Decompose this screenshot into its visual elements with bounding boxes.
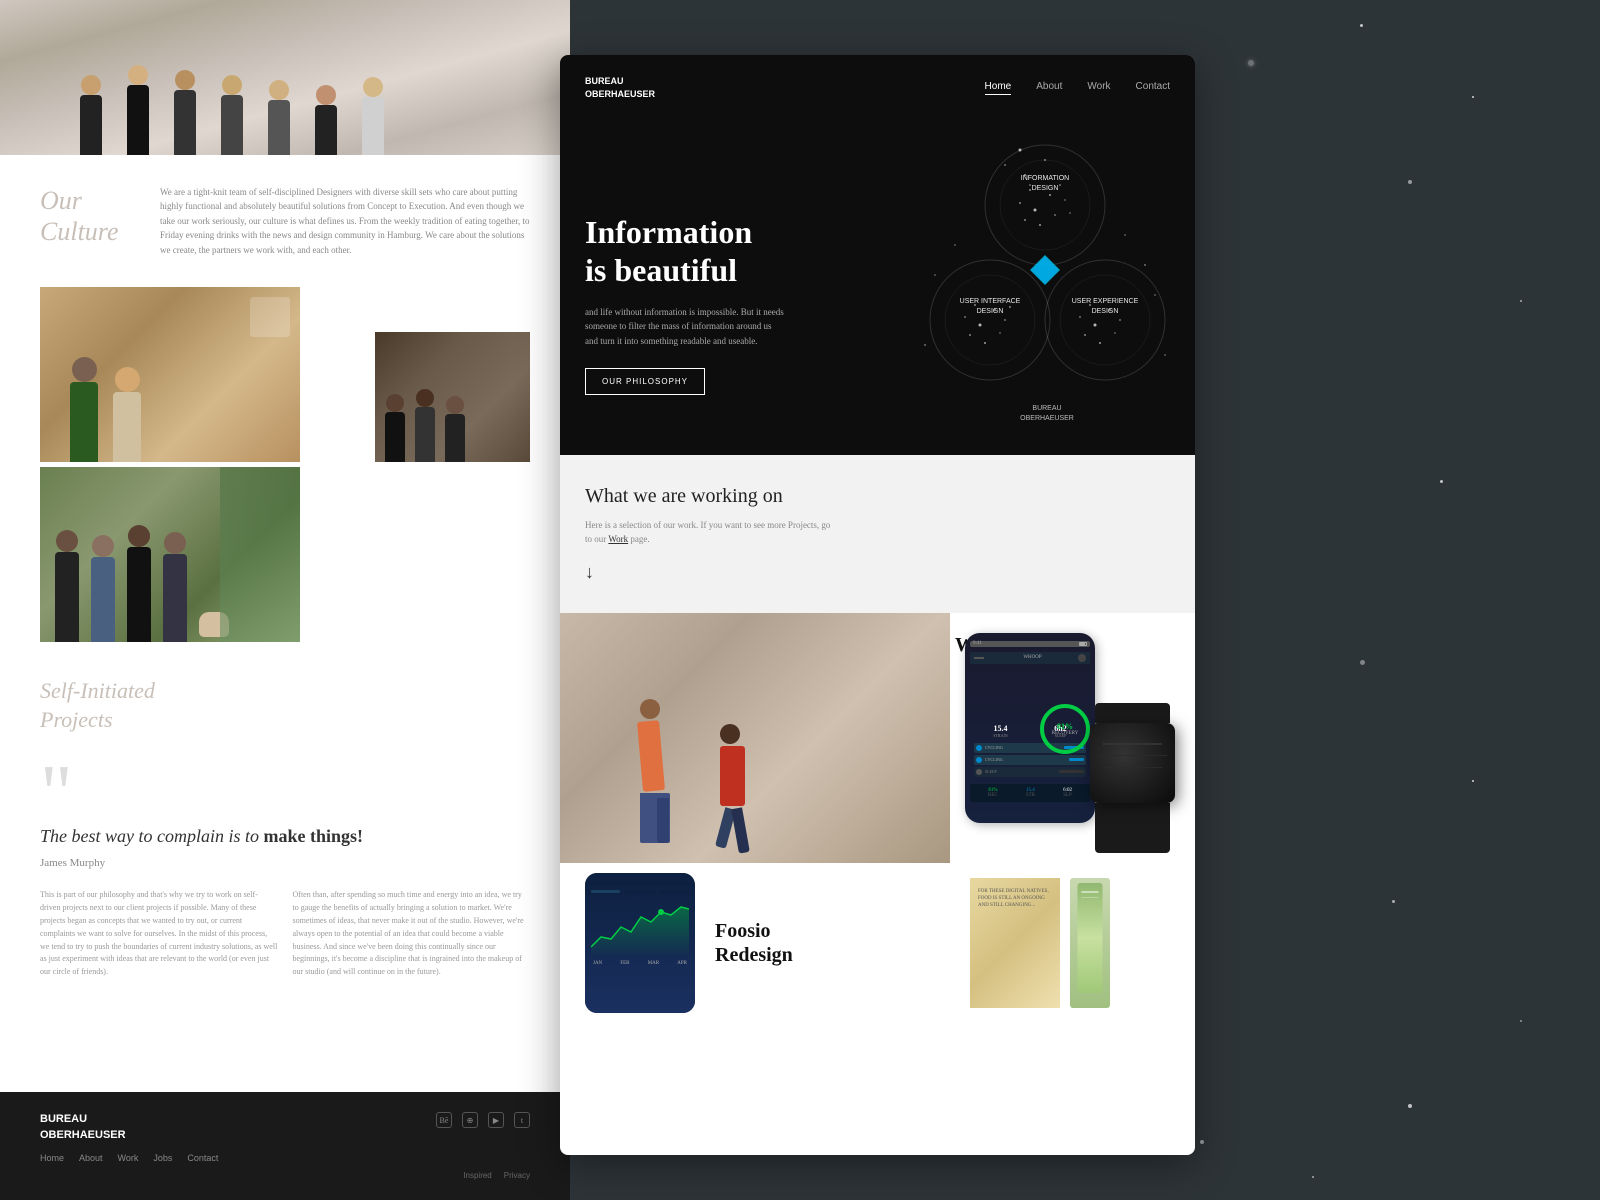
culture-text: We are a tight-knit team of self-discipl… — [160, 185, 530, 257]
left-panel: Our Culture We are a tight-knit team of … — [0, 0, 570, 1200]
working-on-title: What we are working on — [585, 485, 1170, 508]
youtube-icon[interactable]: ▶ — [488, 1112, 504, 1128]
footer-bottom-nav: Inspired Privacy — [463, 1171, 530, 1180]
foosio-right-items: FOR THESE DIGITAL NATIVES, FOOD IS STILL… — [970, 878, 1170, 1008]
footer-nav-work[interactable]: Work — [118, 1153, 139, 1163]
culture-title: Our Culture — [40, 185, 140, 257]
hero-content: Information is beautiful and life withou… — [585, 213, 785, 395]
culture-photos-row2 — [0, 467, 570, 642]
constellation-graphic: INFORMATION DESIGN USER INTERFACE — [875, 95, 1175, 435]
footer-nav-jobs[interactable]: Jobs — [153, 1153, 172, 1163]
foosio-bottle — [1070, 878, 1110, 1008]
whoop-watch-mockup — [1095, 703, 1175, 853]
nav-link-home[interactable]: Home — [985, 81, 1012, 95]
footer-inspired-link[interactable]: Inspired — [463, 1171, 491, 1180]
foosio-section: JAN FEB MAR APR Foosio Redesign FOR THES… — [560, 863, 1195, 1023]
right-hero: BUREAU OBERHAEUSER Home About Work Conta… — [560, 55, 1195, 455]
footer-nav-about[interactable]: About — [79, 1153, 103, 1163]
whoop-phone-mockup: 9:41 WHOOP 81% RECOVERY — [965, 633, 1095, 823]
body-text-section: This is part of our philosophy and that'… — [0, 869, 570, 999]
quote-mark: " — [40, 774, 530, 814]
svg-text:BUREAU: BUREAU — [1032, 405, 1061, 412]
svg-text:DESIGN: DESIGN — [977, 308, 1004, 315]
working-on-section: What we are working on Here is a selecti… — [560, 455, 1195, 613]
whoop-background-photo — [560, 613, 950, 863]
twitter-icon[interactable]: t — [514, 1112, 530, 1128]
svg-text:DESIGN: DESIGN — [1032, 185, 1059, 192]
foosio-info: Foosio Redesign — [715, 919, 950, 967]
nav-link-contact[interactable]: Contact — [1136, 81, 1170, 95]
scroll-down-arrow[interactable]: ↓ — [585, 562, 1170, 583]
svg-text:OBERHAEUSER: OBERHAEUSER — [1020, 415, 1074, 422]
foosio-title: Foosio Redesign — [715, 919, 950, 967]
footer-nav-contact[interactable]: Contact — [187, 1153, 218, 1163]
culture-photo-1 — [40, 287, 300, 462]
culture-photos-row1 — [0, 287, 570, 462]
footer-privacy-link[interactable]: Privacy — [504, 1171, 530, 1180]
working-on-text: Here is a selection of our work. If you … — [585, 518, 835, 547]
svg-text:USER EXPERIENCE: USER EXPERIENCE — [1072, 298, 1139, 305]
body-text-left: This is part of our philosophy and that'… — [40, 889, 278, 979]
work-page-link[interactable]: Work — [608, 534, 628, 544]
nav-link-about[interactable]: About — [1036, 81, 1062, 95]
right-nav: BUREAU OBERHAEUSER Home About Work Conta… — [560, 55, 1195, 120]
svg-text:INFORMATION: INFORMATION — [1021, 175, 1069, 182]
self-initiated-section: Self-Initiated Projects — [0, 642, 570, 774]
foosio-book: FOR THESE DIGITAL NATIVES, FOOD IS STILL… — [970, 878, 1060, 1008]
foosio-phone-mockup: JAN FEB MAR APR — [585, 873, 695, 1013]
culture-photo-2 — [375, 332, 530, 462]
svg-text:USER INTERFACE: USER INTERFACE — [960, 298, 1021, 305]
behance-icon[interactable]: Bē — [436, 1112, 452, 1128]
footer-bottom: Inspired Privacy — [40, 1171, 530, 1180]
nav-link-work[interactable]: Work — [1087, 81, 1110, 95]
whoop-section: WHOOP Gen 3 9:41 WHOOP — [560, 613, 1195, 863]
footer-nav: Home About Work Jobs Contact — [40, 1153, 530, 1163]
our-philosophy-button[interactable]: OUR PHILOSOPHY — [585, 368, 705, 395]
dribbble-icon[interactable]: ⊕ — [462, 1112, 478, 1128]
nav-brand: BUREAU OBERHAEUSER — [585, 75, 655, 100]
hero-title: Information is beautiful — [585, 213, 785, 290]
nav-links: Home About Work Contact — [985, 81, 1170, 95]
footer-nav-home[interactable]: Home — [40, 1153, 64, 1163]
body-text-right: Often than, after spending so much time … — [293, 889, 531, 979]
footer-social-icons: Bē ⊕ ▶ t — [436, 1112, 530, 1128]
left-footer: BUREAU OBERHAEUSER Bē ⊕ ▶ t Home About W… — [0, 1092, 570, 1200]
quote-text: The best way to complain is to make thin… — [40, 824, 530, 849]
hero-subtitle: and life without information is impossib… — [585, 305, 785, 348]
quote-author: James Murphy — [40, 857, 530, 869]
culture-section: Our Culture We are a tight-knit team of … — [0, 155, 570, 287]
right-panel: BUREAU OBERHAEUSER Home About Work Conta… — [560, 55, 1195, 1155]
svg-text:DESIGN: DESIGN — [1092, 308, 1119, 315]
self-initiated-title: Self-Initiated Projects — [40, 677, 530, 734]
culture-photo-3 — [40, 467, 300, 642]
team-photo — [0, 0, 570, 155]
quote-section: " The best way to complain is to make th… — [0, 774, 570, 869]
